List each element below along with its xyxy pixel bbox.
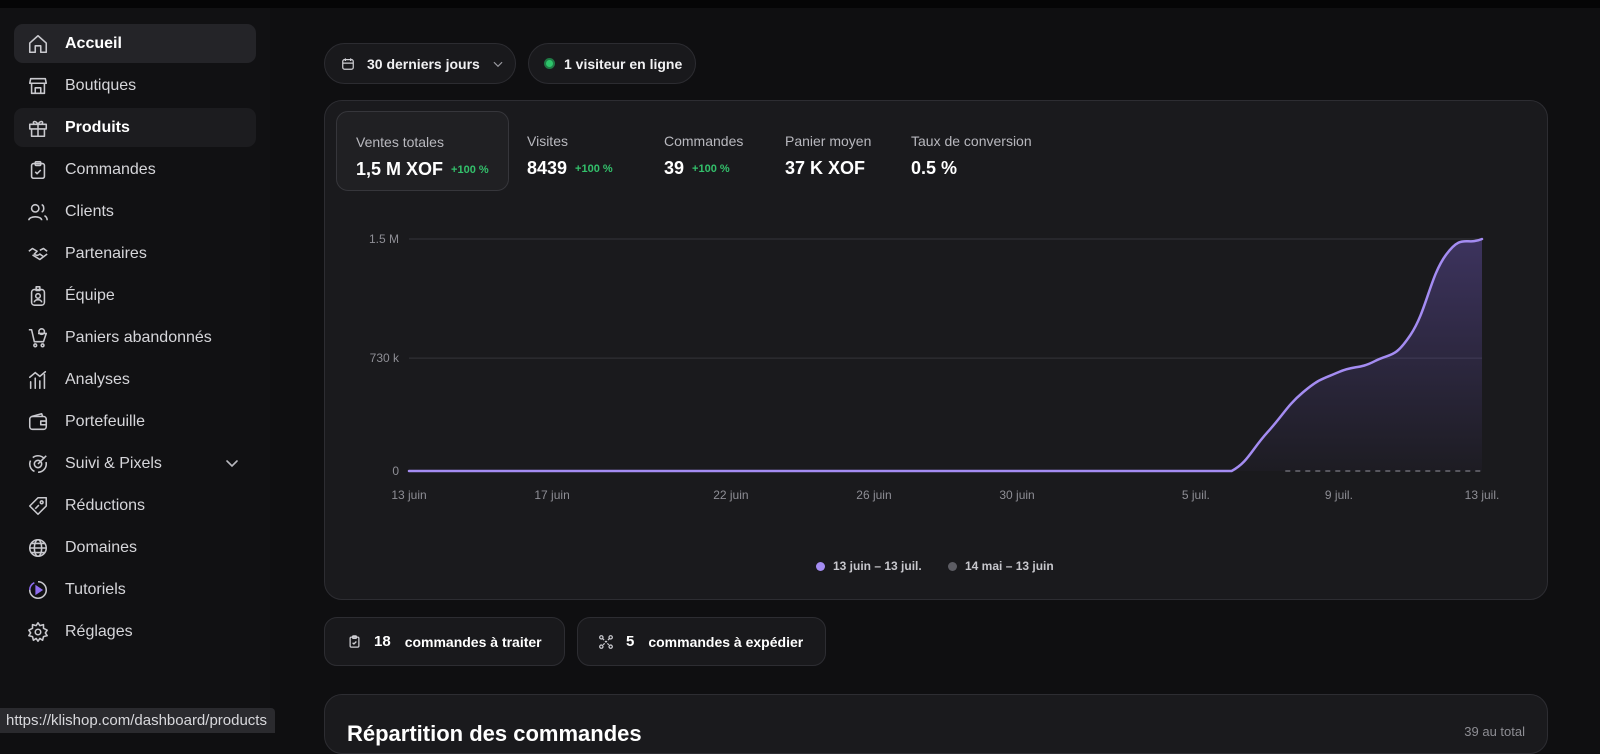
online-status-dot: [544, 58, 555, 69]
orders-to-ship-button[interactable]: 5 commandes à expédier: [577, 617, 826, 666]
sidebar-item-paniers-abandonnes[interactable]: Paniers abandonnés: [14, 318, 256, 357]
sidebar-item-boutiques[interactable]: Boutiques: [14, 66, 256, 105]
sidebar-item-suivi-pixels[interactable]: Suivi & Pixels: [14, 444, 256, 483]
wallet-icon: [27, 411, 49, 433]
orders-to-ship-label: commandes à expédier: [648, 633, 804, 650]
globe-icon: [27, 537, 49, 559]
gift-icon: [27, 117, 49, 139]
legend-previous-period[interactable]: 14 mai – 13 juin: [948, 559, 1054, 573]
orders-breakdown-card: Répartition des commandes 39 au total: [324, 694, 1548, 754]
legend-dot: [816, 561, 825, 571]
orders-total-count: 39 au total: [1464, 724, 1525, 739]
play-circle-icon: [27, 579, 49, 601]
users-icon: [27, 201, 49, 223]
calendar-icon: [341, 57, 355, 71]
sidebar-item-label: Commandes: [65, 160, 156, 178]
sidebar-item-label: Boutiques: [65, 76, 137, 94]
y-tick-label: 0: [392, 464, 399, 478]
orders-to-process-label: commandes à traiter: [404, 633, 542, 650]
sidebar-item-reglages[interactable]: Réglages: [14, 612, 256, 651]
sidebar-item-clients[interactable]: Clients: [14, 192, 256, 231]
status-bar-url: https://klishop.com/dashboard/products: [0, 708, 275, 733]
sidebar-item-label: Réglages: [65, 622, 133, 640]
sidebar-item-label: Portefeuille: [65, 412, 146, 430]
sidebar: Accueil Boutiques Produits Commandes Cli…: [0, 8, 270, 733]
sidebar-item-label: Analyses: [65, 370, 130, 388]
sidebar-item-label: Équipe: [65, 286, 115, 304]
clipboard-check-icon: [347, 634, 362, 649]
orders-to-ship-count: 5: [626, 633, 635, 650]
orders-to-process-button[interactable]: 18 commandes à traiter: [324, 617, 565, 666]
sidebar-item-analyses[interactable]: Analyses: [14, 360, 256, 399]
badge-icon: [27, 285, 49, 307]
tag-icon: [27, 495, 49, 517]
sidebar-item-portefeuille[interactable]: Portefeuille: [14, 402, 256, 441]
window-top-edge: [0, 0, 1600, 8]
orders-to-process-count: 18: [374, 633, 391, 650]
legend-label: 13 juin – 13 juil.: [833, 559, 922, 573]
sidebar-item-label: Accueil: [65, 34, 122, 52]
clipboard-check-icon: [27, 159, 49, 181]
sidebar-item-accueil[interactable]: Accueil: [14, 24, 256, 63]
x-tick-label: 13 juin: [391, 488, 426, 502]
sidebar-item-label: Partenaires: [65, 244, 147, 262]
sidebar-item-produits[interactable]: Produits: [14, 108, 256, 147]
sidebar-item-label: Suivi & Pixels: [65, 454, 162, 472]
legend-label: 14 mai – 13 juin: [965, 559, 1054, 573]
analytics-icon: [27, 369, 49, 391]
sidebar-item-domaines[interactable]: Domaines: [14, 528, 256, 567]
sidebar-item-reductions[interactable]: Réductions: [14, 486, 256, 525]
handshake-icon: [27, 243, 49, 265]
store-icon: [27, 75, 49, 97]
period-selector[interactable]: 30 derniers jours: [324, 43, 516, 84]
legend-dot: [948, 561, 957, 571]
visitors-online-badge: 1 visiteur en ligne: [528, 43, 696, 84]
shipping-icon: [598, 634, 614, 650]
legend-current-period[interactable]: 13 juin – 13 juil.: [816, 559, 922, 573]
sales-overview-card: Ventes totales 1,5 M XOF +100 % Visites 8…: [324, 100, 1548, 600]
sidebar-item-label: Paniers abandonnés: [65, 328, 212, 346]
sidebar-item-label: Domaines: [65, 538, 138, 556]
x-tick-label: 22 juin: [713, 488, 748, 502]
sidebar-item-tutoriels[interactable]: Tutoriels: [14, 570, 256, 609]
y-tick-label: 1.5 M: [369, 232, 399, 246]
section-title: Répartition des commandes: [347, 721, 642, 746]
sidebar-item-label: Produits: [65, 118, 130, 136]
x-tick-label: 5 juil.: [1182, 488, 1210, 502]
chevron-down-icon[interactable]: [224, 455, 240, 471]
visitors-online-label: 1 visiteur en ligne: [564, 55, 683, 72]
sidebar-item-label: Tutoriels: [65, 580, 126, 598]
home-icon: [27, 33, 49, 55]
sidebar-item-equipe[interactable]: Équipe: [14, 276, 256, 315]
x-tick-label: 9 juil.: [1325, 488, 1353, 502]
x-tick-label: 13 juil.: [1465, 488, 1500, 502]
sidebar-item-commandes[interactable]: Commandes: [14, 150, 256, 189]
period-label: 30 derniers jours: [367, 55, 480, 72]
series-area-current-period: [409, 239, 1482, 471]
sidebar-item-label: Réductions: [65, 496, 146, 514]
y-tick-label: 730 k: [370, 351, 400, 365]
sales-chart: 1.5 M 730 k 0 13 juin 17 juin 22 juin 26 juin 3…: [369, 232, 1500, 502]
chevron-down-icon: [492, 58, 504, 70]
x-tick-label: 26 juin: [856, 488, 891, 502]
target-icon: [27, 453, 49, 475]
cart-icon: [27, 327, 49, 349]
x-tick-label: 17 juin: [534, 488, 569, 502]
sidebar-item-label: Clients: [65, 202, 114, 220]
sidebar-item-partenaires[interactable]: Partenaires: [14, 234, 256, 273]
settings-icon: [27, 621, 49, 643]
x-tick-label: 30 juin: [999, 488, 1034, 502]
